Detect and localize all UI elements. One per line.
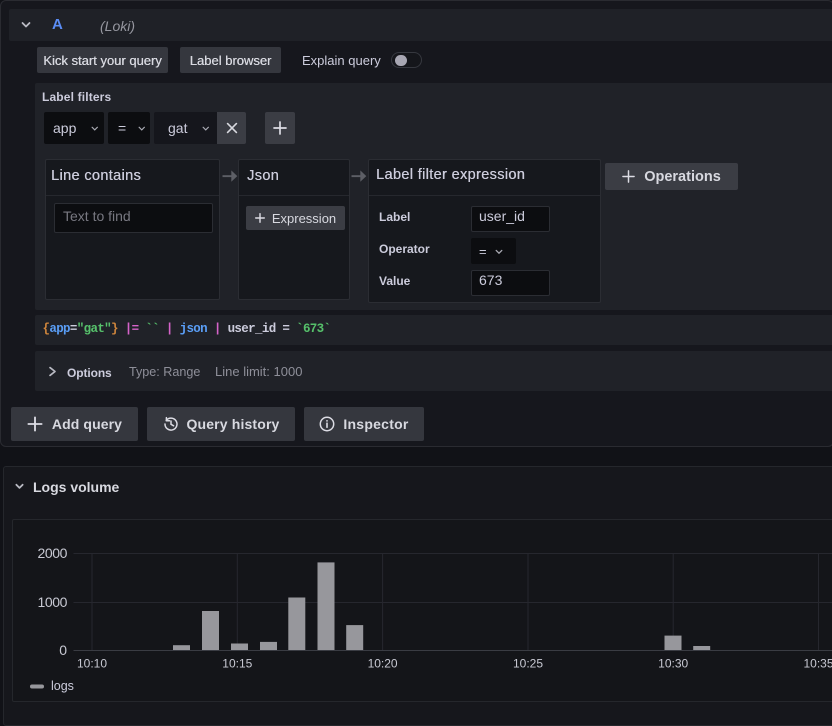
svg-text:10:35: 10:35 [803, 657, 832, 671]
svg-text:10:25: 10:25 [513, 657, 543, 671]
svg-text:10:15: 10:15 [222, 657, 252, 671]
svg-text:0: 0 [59, 642, 67, 658]
svg-text:10:20: 10:20 [368, 657, 398, 671]
svg-text:1000: 1000 [37, 594, 67, 610]
svg-text:10:30: 10:30 [658, 657, 688, 671]
svg-text:2000: 2000 [37, 545, 67, 561]
svg-text:logs: logs [51, 679, 74, 693]
svg-text:10:10: 10:10 [77, 657, 107, 671]
